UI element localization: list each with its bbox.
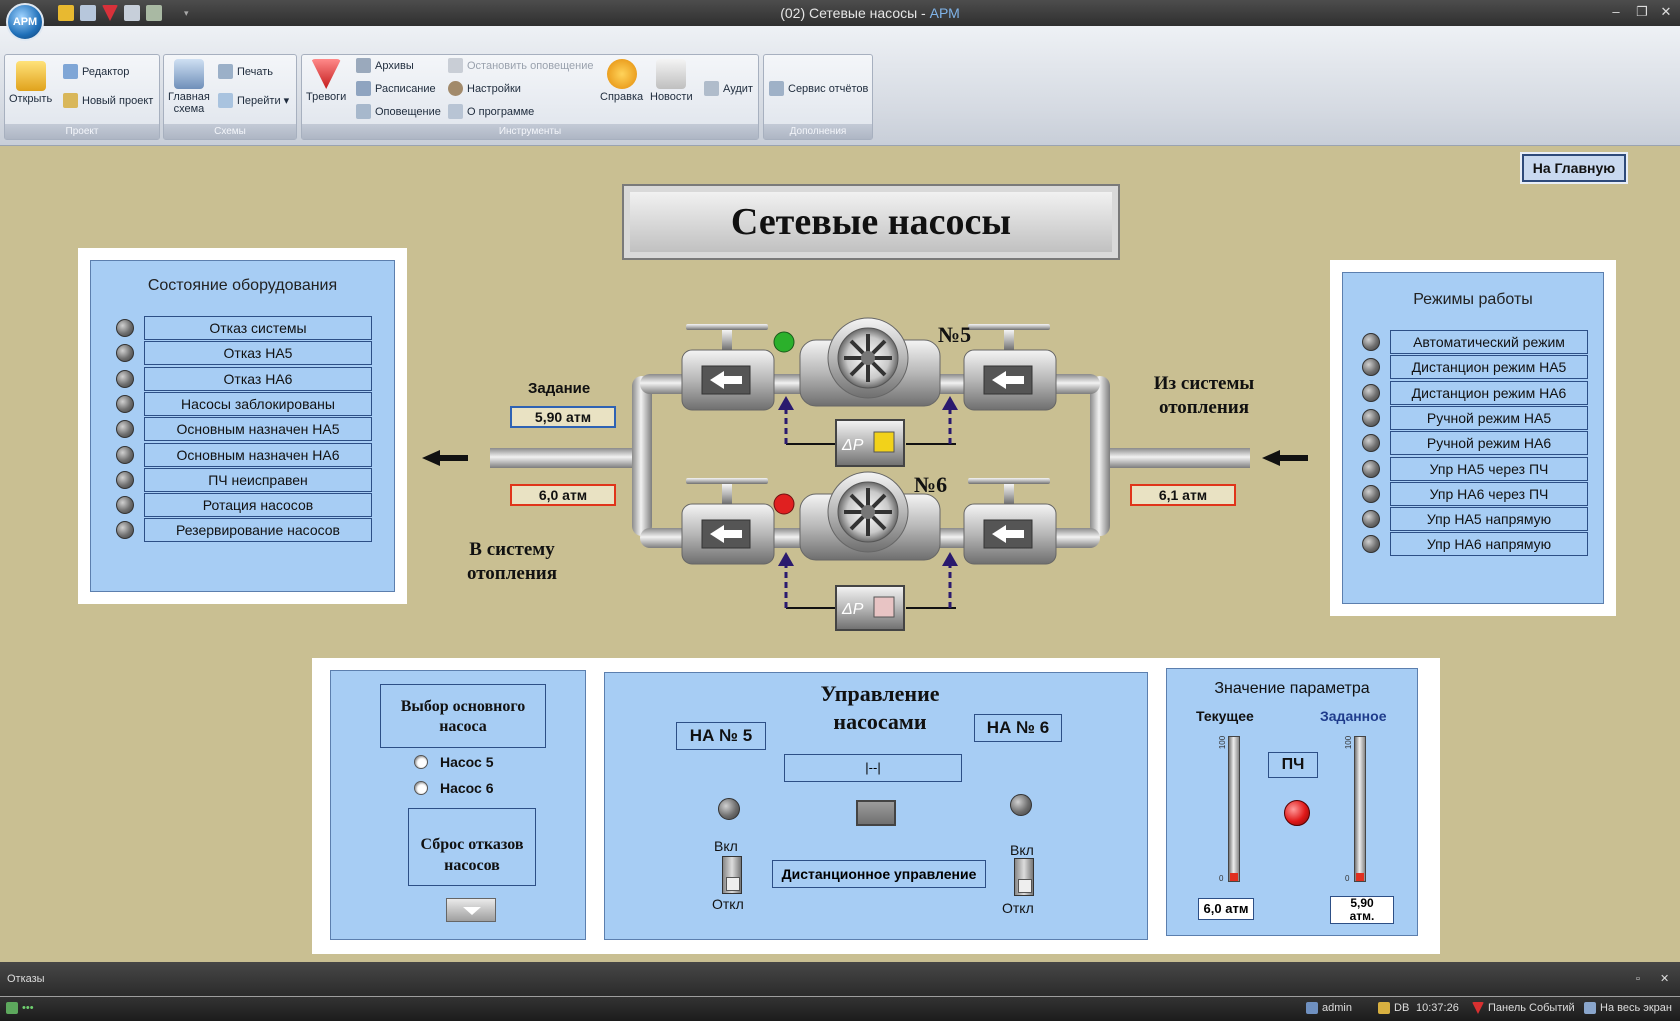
control-value-field[interactable]: |--| <box>784 754 962 782</box>
current-value-label: Текущее <box>1196 708 1254 724</box>
left-manifold <box>632 376 652 536</box>
pump6-status-lamp <box>773 493 795 515</box>
user-indicator[interactable]: admin <box>1306 1002 1352 1014</box>
set-gauge <box>1354 736 1366 882</box>
main-pump-select-title: Выбор основного насоса <box>380 684 546 748</box>
vfd-status-lamp <box>1284 800 1310 826</box>
outlet-pipe <box>490 448 640 468</box>
pump-5-control-lamp <box>718 798 740 820</box>
pump-6-on-label: Вкл <box>1010 842 1034 858</box>
control-indicator <box>856 800 896 826</box>
setpoint-label: Задание <box>528 380 591 397</box>
right-manifold <box>1090 376 1110 536</box>
pump6-label: №6 <box>914 472 947 497</box>
events-panel-button[interactable]: Панель Событий <box>1472 1002 1575 1014</box>
current-gauge <box>1228 736 1240 882</box>
pump-5[interactable] <box>799 317 941 407</box>
radio-pump-6[interactable]: Насос 6 <box>414 780 494 796</box>
outlet-pressure-value: 6,0 атм <box>510 484 616 506</box>
current-gauge-max: 100 <box>1218 735 1228 750</box>
chevron-down-icon <box>463 907 481 915</box>
set-value-label: Заданное <box>1320 708 1387 724</box>
current-gauge-min: 0 <box>1219 874 1224 883</box>
set-gauge-min: 0 <box>1345 874 1350 883</box>
valve-5-right[interactable] <box>963 324 1057 411</box>
reset-faults-button[interactable]: Сброс отказов насосов <box>408 808 536 886</box>
set-gauge-max: 100 <box>1344 735 1354 750</box>
outlet-flow-arrow <box>422 450 468 466</box>
user-icon <box>1306 1002 1318 1014</box>
inlet-pressure-value: 6,1 атм <box>1130 484 1236 506</box>
status-bar: ••• admin DB 10:37:26 Панель Событий На … <box>0 997 1680 1021</box>
clock: 10:37:26 <box>1416 1002 1459 1014</box>
inlet-pipe <box>1092 448 1250 468</box>
dp-sensor-6[interactable]: ΔP <box>778 552 958 631</box>
fullscreen-icon <box>1584 1002 1596 1014</box>
fullscreen-button[interactable]: На весь экран <box>1584 1002 1672 1014</box>
parameter-title: Значение параметра <box>1214 680 1370 697</box>
pump-5-off-label: Откл <box>712 896 744 912</box>
radio-circle[interactable] <box>414 755 428 769</box>
pump-6-off-label: Откл <box>1002 900 1034 916</box>
pump5-status-lamp <box>773 331 795 353</box>
app-logo[interactable]: АРМ <box>6 3 44 41</box>
pump5-label: №5 <box>938 322 971 347</box>
pump-5-control-label: НА № 5 <box>676 722 766 750</box>
radio-pump-5[interactable]: Насос 5 <box>414 754 494 770</box>
pump-6-toggle-switch[interactable] <box>1014 858 1034 896</box>
pin-icon[interactable]: ▫ <box>1636 962 1640 996</box>
pump-6-control-lamp <box>1010 794 1032 816</box>
database-icon <box>1378 1002 1390 1014</box>
alarm-icon <box>1472 1002 1484 1014</box>
activity-icon: ••• <box>22 1002 34 1014</box>
inlet-flow-arrow <box>1262 450 1308 466</box>
pump-5-toggle-switch[interactable] <box>722 856 742 894</box>
radio-circle[interactable] <box>414 781 428 795</box>
setpoint-value[interactable]: 5,90 атм <box>510 406 616 428</box>
faults-panel-header: Отказы ▫ ✕ <box>0 962 1680 996</box>
valve-5-left[interactable] <box>681 324 775 411</box>
pump-5-on-label: Вкл <box>714 838 738 854</box>
network-icon <box>6 1002 18 1014</box>
vfd-label: ПЧ <box>1268 752 1318 778</box>
faults-panel: Отказы ▫ ✕ <box>0 962 1680 997</box>
pump-6-control-label: НА № 6 <box>974 714 1062 742</box>
pump-control-title: Управление насосами <box>820 681 940 734</box>
dp5-label: ΔP <box>841 437 864 454</box>
to-heating-system-label: В систему отопления <box>466 539 558 584</box>
remote-control-button[interactable]: Дистанционное управление <box>772 860 986 888</box>
dp6-label: ΔP <box>841 601 864 618</box>
from-heating-system-label: Из системы отопления <box>1153 373 1255 418</box>
valve-6-left[interactable] <box>681 478 775 565</box>
current-value-box: 6,0 атм <box>1198 898 1254 920</box>
connection-indicator: ••• <box>6 1002 34 1014</box>
close-icon[interactable]: ✕ <box>1660 962 1669 996</box>
valve-6-right[interactable] <box>963 478 1057 565</box>
expand-down-button[interactable] <box>446 898 496 922</box>
set-value-box[interactable]: 5,90 атм. <box>1330 896 1394 924</box>
db-indicator: DB <box>1378 1002 1409 1014</box>
